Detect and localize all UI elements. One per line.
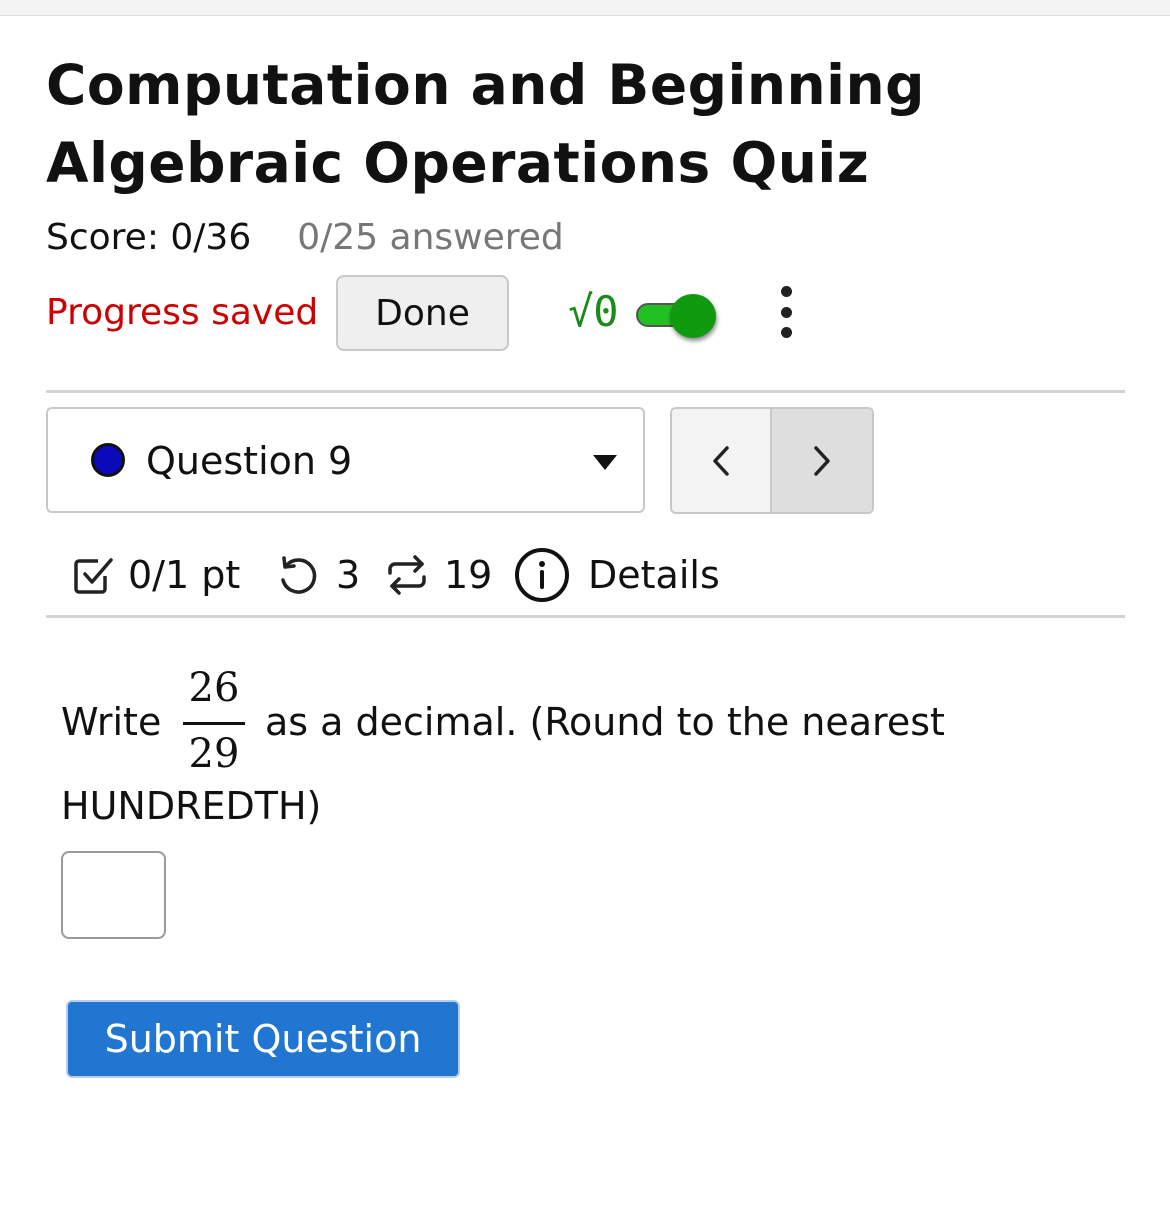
submit-question-button[interactable]: Submit Question <box>66 1000 460 1078</box>
undo-icon <box>281 556 317 594</box>
details-button[interactable]: Details <box>514 540 720 610</box>
meta-divider <box>46 615 1125 618</box>
score-text: Score: 0/36 <box>46 217 252 258</box>
retries-count: 3 <box>336 553 361 597</box>
prompt-suffix: as a decimal. (Round to the nearest <box>265 700 945 744</box>
browser-top-bar <box>0 0 1170 16</box>
fraction-bar <box>183 722 245 725</box>
math-entry-toggle[interactable] <box>636 294 716 338</box>
retries-meta: 3 <box>276 540 360 610</box>
versions-count: 19 <box>444 553 493 597</box>
info-icon <box>515 548 569 602</box>
fraction-denominator: 29 <box>188 731 240 777</box>
versions-meta: 19 <box>384 540 492 610</box>
header-divider <box>46 390 1125 393</box>
points-text: 0/1 pt <box>128 553 241 597</box>
question-selector-label: Question 9 <box>146 439 353 483</box>
score-row: Score: 0/36 0/25 answered <box>46 214 564 262</box>
answered-count: 0/25 answered <box>297 217 564 258</box>
math-entry-icon: √0 <box>568 287 619 336</box>
more-options-icon[interactable] <box>770 282 802 342</box>
question-status-dot <box>91 443 125 477</box>
progress-saved-status: Progress saved <box>46 292 319 333</box>
checkbox-icon <box>74 558 113 594</box>
chevron-right-icon <box>814 445 830 476</box>
repeat-icon <box>388 555 426 595</box>
quiz-title: Computation and Beginning Algebraic Oper… <box>46 53 926 195</box>
answer-input[interactable] <box>61 851 166 939</box>
toggle-knob <box>670 294 716 338</box>
previous-question-button[interactable] <box>672 409 772 512</box>
chevron-left-icon <box>713 445 729 476</box>
fraction-numerator: 26 <box>188 665 240 711</box>
next-question-button[interactable] <box>772 409 872 512</box>
details-label: Details <box>588 553 720 597</box>
done-button[interactable]: Done <box>336 275 509 351</box>
caret-down-icon <box>593 455 617 470</box>
question-selector[interactable]: Question 9 <box>46 407 645 513</box>
prompt-suffix-line2: HUNDREDTH) <box>61 784 322 828</box>
question-pager <box>670 407 874 514</box>
prompt-prefix: Write <box>61 700 162 744</box>
points-meta: 0/1 pt <box>72 540 240 610</box>
question-prompt: Write 26 29 as a decimal. (Round to the … <box>61 660 1101 828</box>
